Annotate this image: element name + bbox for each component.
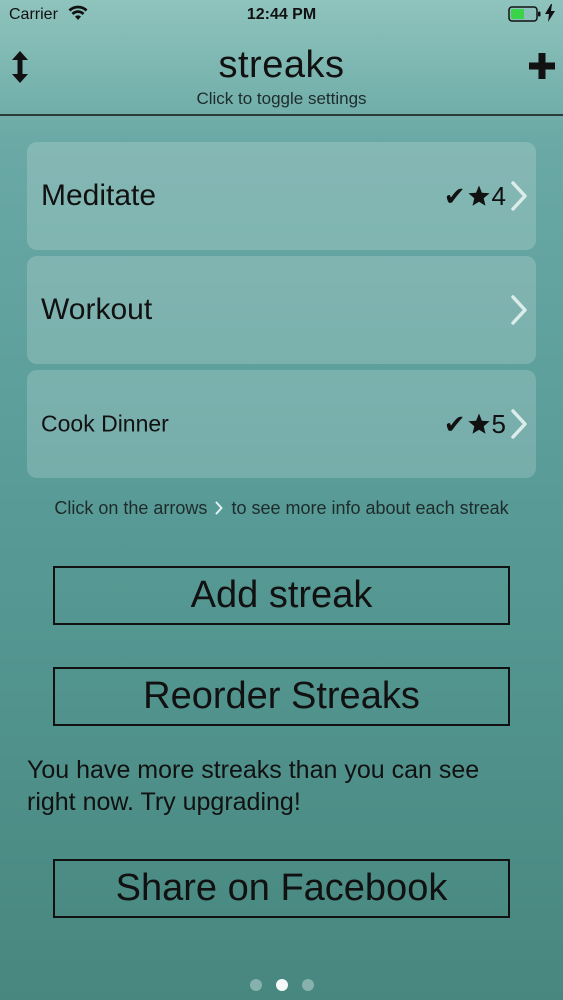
arrows-hint: Click on the arrows to see more info abou… (0, 498, 563, 519)
checkmark-icon: ✔ (443, 180, 466, 211)
streak-status: ✔ 5 (444, 408, 528, 440)
reorder-streaks-button[interactable]: Reorder Streaks (53, 667, 510, 726)
streak-name: Workout (41, 293, 153, 326)
streak-count: 5 (491, 408, 506, 439)
star-icon (467, 185, 490, 206)
page-dot-active[interactable] (275, 979, 288, 991)
upgrade-message: You have more streaks than you can see r… (27, 756, 480, 816)
page-dot[interactable] (301, 979, 314, 991)
settings-toggle-hint[interactable]: Click to toggle settings (0, 89, 563, 109)
hint-text-before: Click on the arrows (54, 498, 208, 518)
page-indicator[interactable] (0, 978, 563, 996)
page-title[interactable]: streaks (0, 44, 563, 87)
chevron-right-icon[interactable] (510, 180, 528, 212)
page-dot[interactable] (249, 979, 262, 991)
streak-status: ✔ 4 (444, 180, 528, 212)
chevron-right-icon[interactable] (510, 294, 528, 326)
streak-item-workout[interactable]: Workout (27, 256, 536, 364)
header-bar: streaks Click to toggle settings (0, 36, 563, 116)
status-bar: Carrier 12:44 PM (0, 0, 563, 30)
charging-bolt-icon (545, 4, 555, 27)
streak-status (510, 294, 528, 326)
chevron-right-icon (215, 501, 223, 515)
share-facebook-button[interactable]: Share on Facebook (53, 859, 510, 918)
battery-icon (508, 5, 542, 28)
add-streak-button[interactable]: Add streak (53, 566, 510, 625)
hint-text-after: to see more info about each streak (231, 498, 509, 518)
plus-icon[interactable] (526, 50, 558, 82)
clock: 12:44 PM (246, 6, 317, 23)
streak-list: Meditate ✔ 4 Workout Cook Dinner ✔ 5 (27, 142, 536, 484)
streak-count: 4 (491, 180, 506, 211)
streak-item-cook-dinner[interactable]: Cook Dinner ✔ 5 (27, 370, 536, 478)
streak-item-meditate[interactable]: Meditate ✔ 4 (27, 142, 536, 250)
checkmark-icon: ✔ (443, 408, 466, 439)
streak-name: Cook Dinner (41, 410, 169, 437)
star-icon (467, 413, 490, 434)
chevron-right-icon[interactable] (510, 408, 528, 440)
streak-name: Meditate (41, 179, 157, 212)
